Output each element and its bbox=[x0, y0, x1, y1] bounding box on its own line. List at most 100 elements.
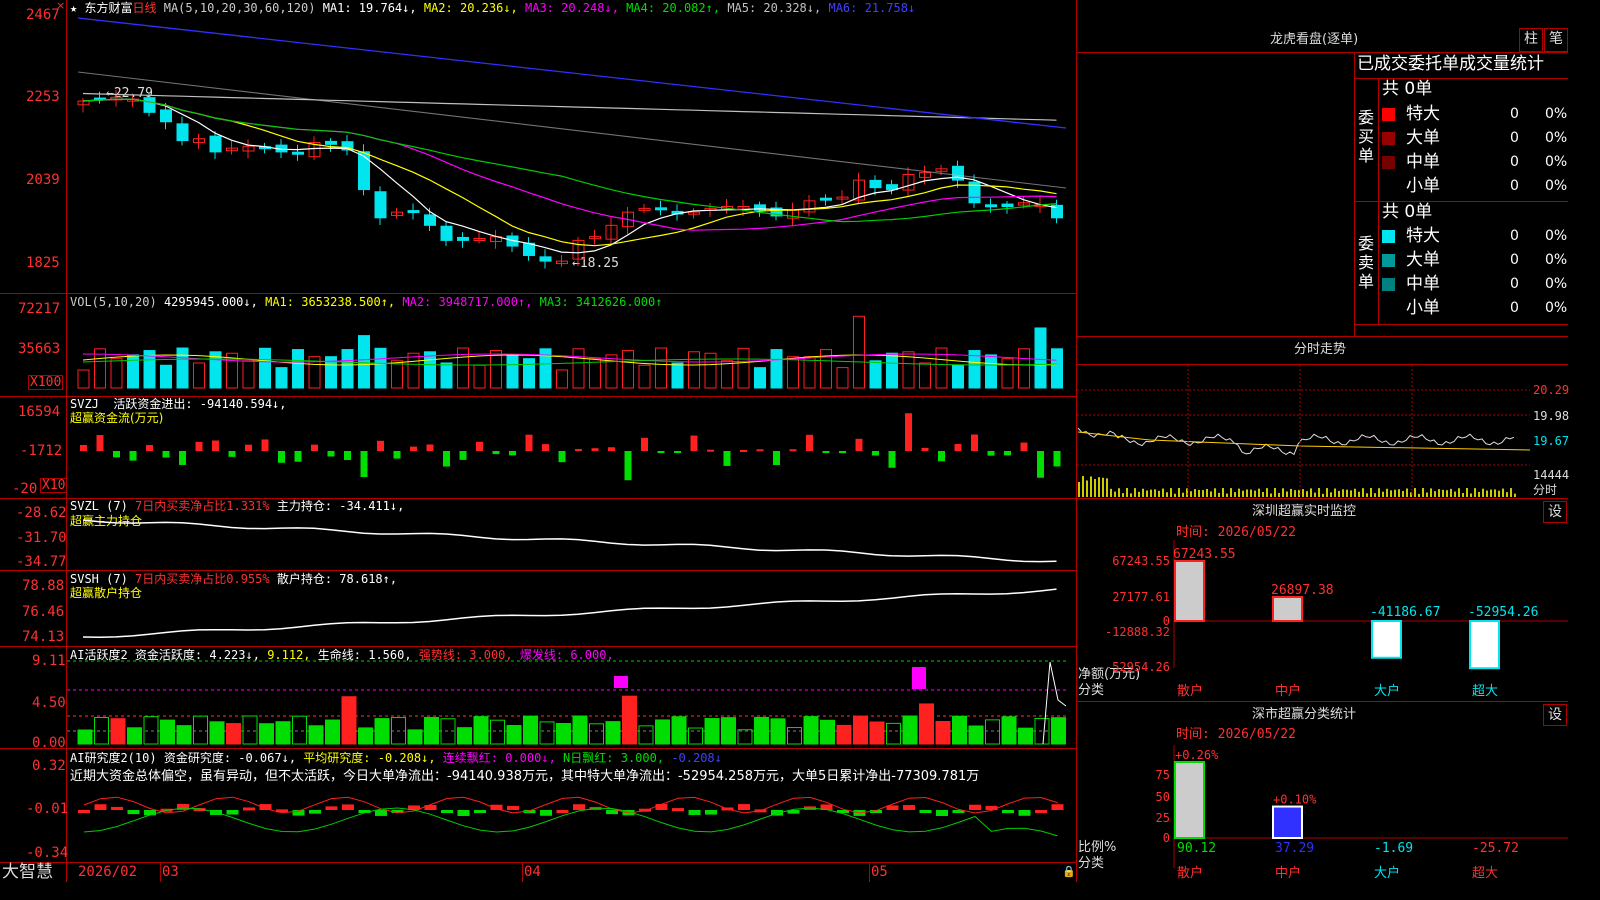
flow-bar bbox=[624, 451, 632, 481]
fenshi-volume-bar bbox=[1126, 488, 1128, 497]
fenshi-volume-bar bbox=[1262, 492, 1264, 497]
volume-bar bbox=[1051, 348, 1063, 389]
activity-bar bbox=[160, 719, 175, 745]
tick-mode-button[interactable]: 笔 bbox=[1544, 28, 1568, 52]
lock-icon[interactable]: 🔒 bbox=[1062, 866, 1076, 877]
fenshi-volume-bar bbox=[1362, 488, 1364, 497]
fenshi-volume-bar bbox=[1458, 488, 1460, 497]
sz-monitor-axis-label: 67243.55 bbox=[1112, 554, 1170, 568]
sz-class-axis-label: 25 bbox=[1156, 811, 1170, 825]
fenshi-volume-bar bbox=[1442, 489, 1444, 497]
fenshi-volume-bar bbox=[1082, 476, 1084, 497]
sz-class-axis-label: 75 bbox=[1156, 768, 1170, 782]
fenshi-volume-bar bbox=[1154, 489, 1156, 497]
fenshi-volume-bar bbox=[1498, 490, 1500, 497]
activity-bar bbox=[473, 716, 489, 745]
sz-monitor-time: 时间: 2026/05/22 bbox=[1176, 525, 1296, 540]
volume-bar bbox=[424, 351, 436, 389]
volume-bar bbox=[1018, 348, 1030, 389]
divider bbox=[1354, 52, 1355, 336]
flow-bar bbox=[690, 435, 698, 451]
activity-bar bbox=[127, 727, 142, 745]
candle bbox=[424, 214, 436, 226]
fenshi-volume-bar bbox=[1202, 490, 1204, 497]
fenshi-volume-bar bbox=[1322, 493, 1324, 497]
flow-bar bbox=[426, 444, 434, 451]
fenshi-price-line bbox=[1077, 427, 1515, 456]
sz-monitor-value-label: -41186.67 bbox=[1370, 605, 1440, 620]
fenshi-volume-bar bbox=[1390, 490, 1392, 497]
price-chart[interactable] bbox=[0, 0, 1077, 862]
fenshi-volume-bar bbox=[1474, 488, 1476, 497]
fenshi-volume-bar bbox=[1466, 488, 1468, 497]
flow-bar bbox=[179, 451, 186, 465]
research-bar bbox=[705, 810, 717, 815]
bar-mode-button[interactable]: 柱 bbox=[1519, 28, 1543, 52]
sz-class-bottom-label: -25.72 bbox=[1472, 841, 1519, 856]
volume-bar bbox=[671, 362, 684, 389]
fenshi-volume-bar bbox=[1258, 488, 1260, 497]
volume-bar bbox=[886, 352, 898, 389]
row-percent: 0% bbox=[1545, 154, 1568, 170]
volume-bar bbox=[803, 356, 816, 389]
activity-bar bbox=[622, 695, 637, 745]
fenshi-volume-bar bbox=[1334, 488, 1336, 497]
divider bbox=[0, 862, 1077, 863]
research-bar bbox=[1002, 810, 1014, 814]
activity-bar bbox=[556, 722, 571, 745]
date-tick bbox=[522, 862, 523, 882]
research-bar bbox=[655, 804, 668, 810]
fenshi-volume-bar bbox=[1242, 490, 1244, 497]
flow-bar bbox=[855, 438, 863, 451]
volume-bar bbox=[176, 347, 189, 389]
flow-bar bbox=[641, 437, 648, 451]
stats-row: 中单 0 0% bbox=[1380, 152, 1568, 174]
candle bbox=[143, 97, 156, 113]
row-name: 小单 bbox=[1406, 176, 1440, 196]
sell-total: 共 0单 bbox=[1382, 202, 1433, 222]
sz-monitor-axis-label: 0 bbox=[1163, 614, 1170, 628]
volume-bar bbox=[242, 360, 255, 389]
fenshi-volume-bar bbox=[1086, 480, 1088, 497]
sz-monitor-bar bbox=[1469, 620, 1500, 670]
row-name: 小单 bbox=[1406, 298, 1440, 318]
sz-monitor-settings-button[interactable]: 设 bbox=[1543, 501, 1567, 523]
activity-bar bbox=[985, 719, 1000, 745]
candle bbox=[160, 109, 172, 123]
fenshi-volume-bar bbox=[1234, 492, 1236, 497]
research-bar bbox=[1018, 810, 1031, 816]
sz-class-settings-button[interactable]: 设 bbox=[1543, 704, 1567, 726]
candle bbox=[655, 207, 667, 211]
activity-bar bbox=[721, 717, 736, 745]
sz-monitor-value-label: -52954.26 bbox=[1468, 605, 1538, 620]
sz-class-title: 深市超赢分类统计 bbox=[1252, 707, 1357, 722]
activity-bar bbox=[539, 721, 555, 745]
sz-class-category-label: 大户 bbox=[1374, 865, 1400, 881]
activity-bar bbox=[935, 721, 951, 745]
flow-bar bbox=[261, 439, 269, 451]
fenshi-axis: 19.67 bbox=[1533, 434, 1570, 448]
row-percent: 0% bbox=[1545, 300, 1568, 316]
activity-bar bbox=[457, 727, 472, 745]
sz-monitor-axis-label: 27177.61 bbox=[1112, 590, 1170, 604]
fenshi-volume-bar bbox=[1394, 489, 1396, 497]
fenshi-volume-bar bbox=[1246, 489, 1248, 497]
brand-logo: 大智慧 bbox=[2, 862, 53, 882]
activity-bar bbox=[193, 715, 208, 745]
flow-bar bbox=[311, 444, 318, 451]
divider bbox=[1077, 336, 1568, 337]
fenshi-axis: 19.98 bbox=[1533, 409, 1570, 423]
volume-bar bbox=[605, 354, 618, 389]
volume-bar bbox=[572, 348, 585, 389]
flow-bar bbox=[228, 451, 236, 457]
activity-bar bbox=[968, 725, 984, 745]
fenshi-volume-bar bbox=[1346, 489, 1348, 497]
fenshi-volume-bar bbox=[1502, 488, 1504, 497]
fenshi-volume-bar bbox=[1306, 491, 1308, 497]
research-bar bbox=[1035, 809, 1047, 813]
volume-bar bbox=[506, 354, 519, 389]
activity-bar bbox=[490, 719, 505, 745]
sz-class-xlabel: 分类 bbox=[1078, 856, 1105, 871]
ma-line bbox=[82, 98, 1057, 254]
row-value: 0 bbox=[1510, 228, 1519, 244]
